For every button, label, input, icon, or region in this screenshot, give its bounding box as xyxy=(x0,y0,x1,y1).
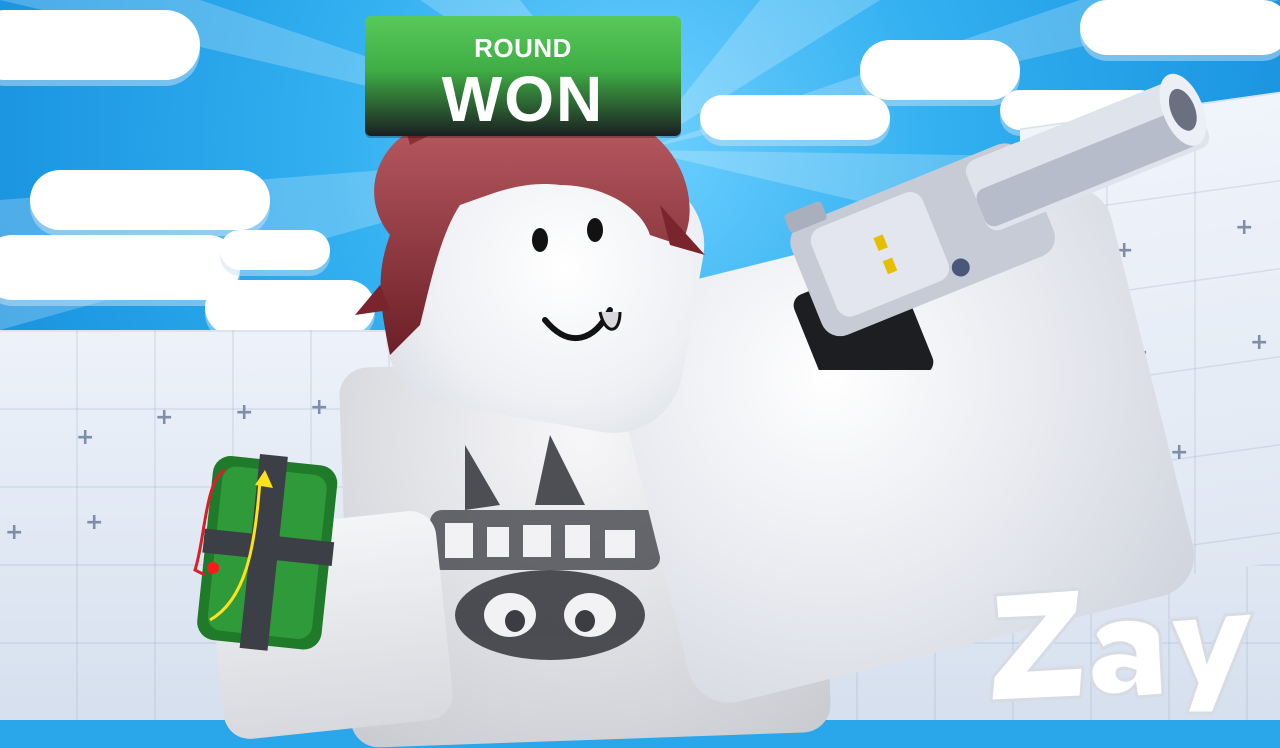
wall-marker: + xyxy=(1235,215,1254,240)
bomb-icon xyxy=(193,453,338,651)
creator-signature-logo xyxy=(989,587,1256,715)
round-won-badge: ROUND WON xyxy=(365,16,681,136)
wall-marker: + xyxy=(1250,330,1269,355)
wall-marker: + xyxy=(310,395,329,420)
wall-marker: + xyxy=(155,405,174,430)
game-scene: + + + + + + + + + + + xyxy=(0,0,1280,748)
cloud xyxy=(220,230,330,270)
revolver-icon xyxy=(784,73,1210,370)
shirt-cat-graphic xyxy=(430,435,660,660)
cloud xyxy=(0,235,240,300)
cloud xyxy=(30,170,270,230)
badge-title: ROUND xyxy=(474,33,572,63)
wall-marker: + xyxy=(76,425,95,450)
wall-marker: + xyxy=(235,400,254,425)
wall-marker: + xyxy=(1170,440,1189,465)
wall-marker: + xyxy=(85,510,104,535)
badge-result: WON xyxy=(441,63,605,135)
cloud xyxy=(0,10,200,80)
wall-marker: + xyxy=(5,520,24,545)
